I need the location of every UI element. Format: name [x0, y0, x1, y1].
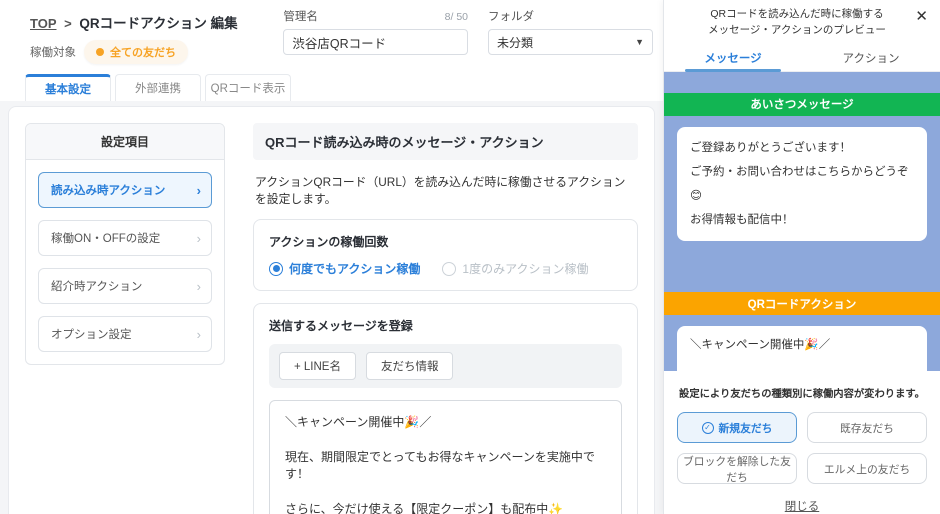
radio-unselected-icon	[442, 262, 456, 276]
target-badge: 全ての友だち	[84, 40, 188, 64]
friend-type-buttons: ✓ 新規友だち 既存友だち ブロックを解除した友だち エルメ上の友だち	[677, 412, 927, 484]
friend-type-label: ブロックを解除した友だち	[678, 453, 796, 485]
sidebar-item-on-off-setting[interactable]: 稼働ON・OFFの設定 ›	[38, 220, 212, 256]
content-card: 設定項目 読み込み時アクション › 稼働ON・OFFの設定 › 紹介時アクション	[8, 106, 655, 514]
name-char-counter: 8/ 50	[445, 11, 468, 23]
breadcrumb-top-link[interactable]: TOP	[30, 16, 57, 31]
orange-dot-icon	[96, 48, 104, 56]
check-circle-icon: ✓	[702, 422, 714, 434]
friend-type-note: 設定により友だちの種類別に稼働内容が変わります。	[664, 385, 940, 400]
insert-line-name-button[interactable]: + LINE名	[279, 352, 356, 380]
friend-type-label: 既存友だち	[840, 420, 894, 436]
section-description: アクションQRコード（URL）を読み込んだ時に稼働させるアクションを設定します。	[255, 173, 636, 207]
greeting-message-header: あいさつメッセージ	[664, 93, 940, 116]
breadcrumb-block: TOP > QRコードアクション 編集 稼働対象 全ての友だち	[30, 8, 283, 64]
target-badge-label: 全ての友だち	[110, 44, 176, 60]
page-title: QRコードアクション 編集	[79, 16, 237, 31]
frequency-panel: アクションの稼働回数 何度でもアクション稼働 1度のみアクション稼働	[253, 219, 638, 291]
settings-menu-title: 設定項目	[26, 124, 224, 160]
message-toolbar: + LINE名 友だち情報	[269, 344, 622, 388]
friend-type-on-lme-button[interactable]: エルメ上の友だち	[807, 453, 927, 484]
frequency-options: 何度でもアクション稼働 1度のみアクション稼働	[269, 260, 622, 277]
chat-preview-area: あいさつメッセージ ご登録ありがとうございます！ ご予約・お問い合わせはこちらか…	[664, 72, 940, 372]
folder-select[interactable]: 未分類 ▼	[488, 29, 653, 55]
content-background: 設定項目 読み込み時アクション › 稼働ON・OFFの設定 › 紹介時アクション	[0, 101, 663, 514]
tab-external-integration[interactable]: 外部連携	[115, 74, 201, 101]
frequency-label: アクションの稼働回数	[269, 233, 622, 250]
breadcrumb-separator: >	[64, 16, 72, 31]
sidebar-item-label: 読み込み時アクション	[51, 182, 165, 198]
breadcrumb: TOP > QRコードアクション 編集	[30, 12, 283, 32]
insert-friend-info-button[interactable]: 友だち情報	[366, 352, 454, 380]
radio-label: 何度でもアクション稼働	[289, 260, 420, 277]
radio-once-only-action[interactable]: 1度のみアクション稼働	[442, 260, 588, 277]
radio-label: 1度のみアクション稼働	[462, 260, 588, 277]
friend-type-label: 新規友だち	[719, 420, 773, 436]
preview-close-link[interactable]: 閉じる	[664, 498, 940, 514]
qr-action-message-bubble: ＼キャンペーン開催中🎉／ 現在、期間限定でとってもお得なキャンペーンを実施中です…	[677, 326, 927, 371]
friend-type-label: エルメ上の友だち	[824, 461, 910, 477]
target-label: 稼働対象	[30, 44, 76, 60]
preview-tabs: メッセージ アクション	[664, 44, 940, 72]
app-window: TOP > QRコードアクション 編集 稼働対象 全ての友だち 管理名 8/ 5…	[0, 0, 940, 514]
chevron-right-icon: ›	[197, 327, 201, 342]
target-row: 稼働対象 全ての友だち	[30, 40, 283, 64]
chevron-right-icon: ›	[197, 279, 201, 294]
settings-menu: 設定項目 読み込み時アクション › 稼働ON・OFFの設定 › 紹介時アクション	[25, 123, 225, 365]
greeting-message-bubble: ご登録ありがとうございます！ ご予約・お問い合わせはこちらからどうぞ😊 お得情報…	[677, 127, 927, 242]
editor-pane: TOP > QRコードアクション 編集 稼働対象 全ての友だち 管理名 8/ 5…	[0, 0, 663, 514]
sidebar-item-referral-action[interactable]: 紹介時アクション ›	[38, 268, 212, 304]
message-panel: 送信するメッセージを登録 + LINE名 友だち情報 ＼キャンペーン開催中🎉／ …	[253, 303, 638, 514]
section-title: QRコード読み込み時のメッセージ・アクション	[253, 123, 638, 160]
name-input[interactable]	[283, 29, 468, 55]
message-editor[interactable]: ＼キャンペーン開催中🎉／ 現在、期間限定でとってもお得なキャンペーンを実施中です…	[269, 400, 622, 514]
folder-selected-value: 未分類	[497, 34, 533, 51]
sidebar-item-label: オプション設定	[51, 326, 132, 342]
folder-field-block: フォルダ 未分類 ▼	[488, 8, 653, 55]
sidebar-item-scan-action[interactable]: 読み込み時アクション ›	[38, 172, 212, 208]
sidebar-item-label: 稼働ON・OFFの設定	[51, 230, 160, 246]
friend-type-new-button[interactable]: ✓ 新規友だち	[677, 412, 797, 443]
name-field-block: 管理名 8/ 50	[283, 8, 468, 55]
close-icon[interactable]: ✕	[915, 9, 928, 24]
radio-unlimited-action[interactable]: 何度でもアクション稼働	[269, 260, 420, 277]
name-label: 管理名	[283, 8, 318, 24]
chevron-right-icon: ›	[197, 183, 201, 198]
chevron-right-icon: ›	[197, 231, 201, 246]
chevron-down-icon: ▼	[635, 37, 644, 47]
page-header: TOP > QRコードアクション 編集 稼働対象 全ての友だち 管理名 8/ 5…	[0, 0, 663, 70]
tab-basic-settings[interactable]: 基本設定	[25, 74, 111, 101]
preview-title: QRコードを読み込んだ時に稼働する メッセージ・アクションのプレビュー	[664, 0, 940, 41]
settings-main-area: QRコード読み込み時のメッセージ・アクション アクションQRコード（URL）を読…	[253, 123, 638, 514]
message-panel-label: 送信するメッセージを登録	[269, 317, 622, 334]
sidebar-item-option-setting[interactable]: オプション設定 ›	[38, 316, 212, 352]
main-tabs: 基本設定 外部連携 QRコード表示	[0, 74, 663, 101]
radio-selected-icon	[269, 262, 283, 276]
settings-menu-items: 読み込み時アクション › 稼働ON・OFFの設定 › 紹介時アクション ›	[26, 160, 224, 364]
sidebar-item-label: 紹介時アクション	[51, 278, 142, 294]
preview-tab-action[interactable]: アクション	[802, 44, 940, 71]
qr-action-header: QRコードアクション	[664, 292, 940, 315]
tab-qr-display[interactable]: QRコード表示	[205, 74, 291, 101]
preview-panel: QRコードを読み込んだ時に稼働する メッセージ・アクションのプレビュー ✕ メッ…	[663, 0, 940, 514]
friend-type-existing-button[interactable]: 既存友だち	[807, 412, 927, 443]
friend-type-unblocked-button[interactable]: ブロックを解除した友だち	[677, 453, 797, 484]
folder-label: フォルダ	[488, 8, 653, 24]
preview-tab-message[interactable]: メッセージ	[664, 44, 802, 71]
